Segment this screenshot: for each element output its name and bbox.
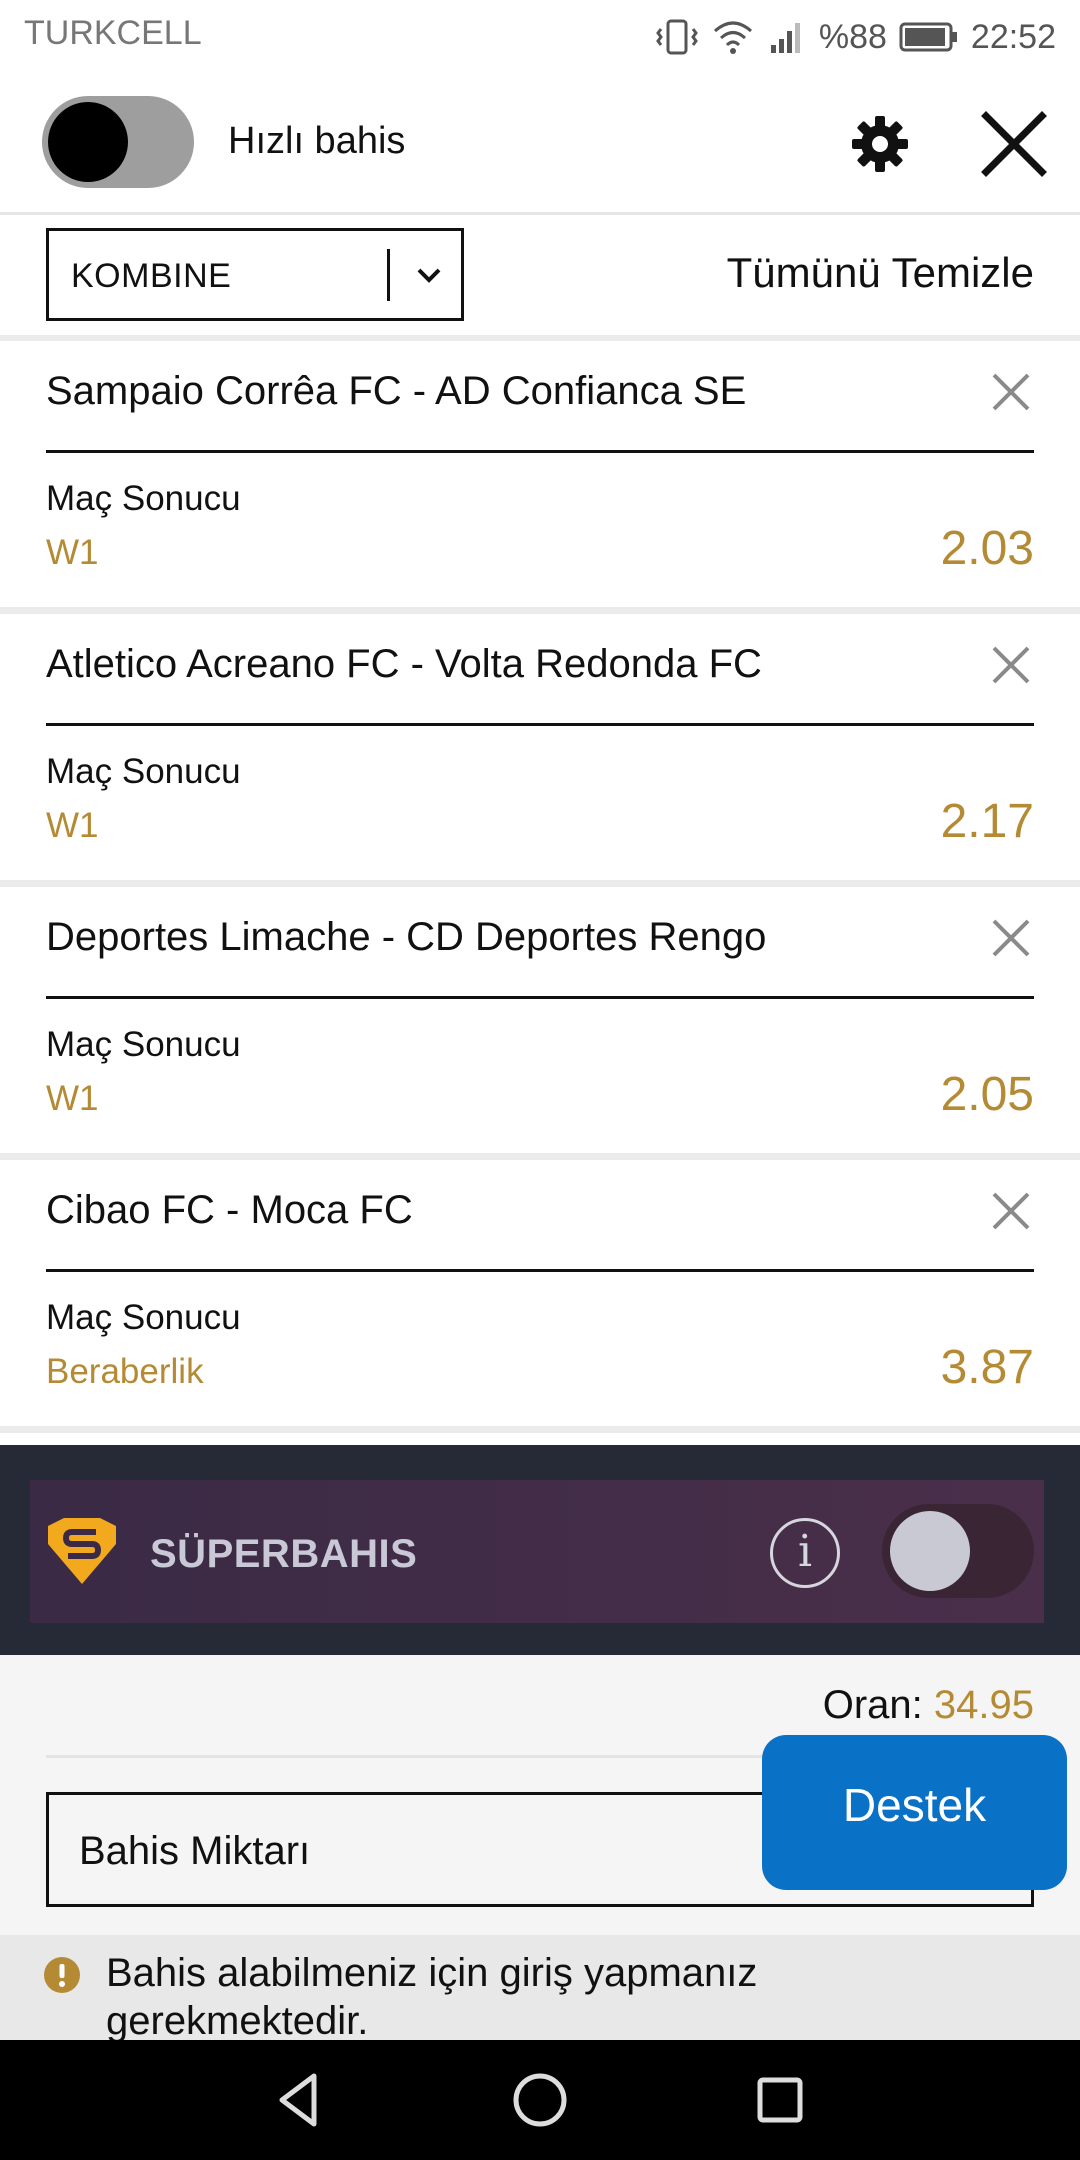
market-name: Maç Sonucu (46, 1025, 241, 1064)
odd-value: 2.03 (940, 522, 1034, 575)
selection: W1 (46, 806, 99, 845)
chevron-down-icon (417, 268, 441, 283)
betslip-toolbar: KOMBINE Tümünü Temizle (0, 215, 1080, 341)
status-icons: %88 22:52 (655, 12, 1056, 62)
info-icon[interactable]: i (770, 1518, 840, 1588)
selection: Beraberlik (46, 1352, 204, 1391)
quick-bet-toggle[interactable] (42, 96, 194, 188)
close-icon[interactable] (980, 110, 1048, 178)
divider (46, 450, 1034, 453)
superbahis-logo-icon (48, 1518, 116, 1584)
divider (46, 996, 1034, 999)
quick-bet-label: Hızlı bahis (228, 120, 406, 162)
odds-value: 34.95 (933, 1683, 1034, 1727)
back-icon[interactable] (268, 2068, 332, 2132)
remove-bet-icon[interactable] (990, 644, 1032, 686)
match-name: Sampaio Corrêa FC - AD Confianca SE (46, 369, 747, 413)
market-name: Maç Sonucu (46, 1298, 241, 1337)
status-bar: TURKCELL %88 22:52 (0, 0, 1080, 76)
notice-text: Bahis alabilmeniz için giriş yapmanız ge… (106, 1951, 758, 2040)
wifi-icon (713, 21, 752, 54)
system-navigation-bar (0, 2040, 1080, 2160)
selection: W1 (46, 533, 99, 572)
market-name: Maç Sonucu (46, 752, 241, 791)
match-name: Cibao FC - Moca FC (46, 1188, 413, 1232)
match-name: Atletico Acreano FC - Volta Redonda FC (46, 642, 762, 686)
select-divider (387, 249, 390, 301)
superbahis-title: SÜPERBAHIS (150, 1532, 418, 1576)
odds-label: Oran: (822, 1683, 923, 1727)
signal-icon (770, 23, 800, 53)
battery-icon (899, 22, 957, 52)
toggle-knob (890, 1511, 970, 1591)
match-name: Deportes Limache - CD Deportes Rengo (46, 915, 767, 959)
battery-percent: %88 (818, 17, 887, 56)
odd-value: 3.87 (940, 1341, 1034, 1394)
superbahis-section: SÜPERBAHIS i (0, 1445, 1080, 1655)
home-icon[interactable] (508, 2068, 572, 2132)
odd-value: 2.17 (940, 795, 1034, 848)
clear-all-button[interactable]: Tümünü Temizle (727, 249, 1034, 297)
bet-type-select[interactable]: KOMBINE (46, 228, 464, 321)
clock: 22:52 (970, 17, 1056, 56)
bet-card: Cibao FC - Moca FC Maç Sonucu Beraberlik… (0, 1160, 1080, 1433)
bet-amount-input[interactable] (77, 1825, 781, 1877)
warning-icon (44, 1957, 80, 1993)
superbahis-banner: SÜPERBAHIS i (30, 1480, 1044, 1623)
remove-bet-icon[interactable] (990, 917, 1032, 959)
toggle-knob (48, 102, 128, 182)
remove-bet-icon[interactable] (990, 371, 1032, 413)
bet-card: Sampaio Corrêa FC - AD Confianca SE Maç … (0, 341, 1080, 614)
carrier-name: TURKCELL (24, 14, 202, 52)
bet-card: Atletico Acreano FC - Volta Redonda FC M… (0, 614, 1080, 887)
bet-type-value: KOMBINE (71, 257, 232, 295)
support-button[interactable]: Destek (762, 1735, 1067, 1890)
betslip-header: Hızlı bahis (0, 76, 1080, 215)
selection: W1 (46, 1079, 99, 1118)
gear-icon[interactable] (850, 114, 910, 174)
vibrate-icon (655, 19, 698, 55)
market-name: Maç Sonucu (46, 479, 241, 518)
odd-value: 2.05 (940, 1068, 1034, 1121)
superbahis-toggle[interactable] (882, 1504, 1034, 1598)
recent-apps-icon[interactable] (748, 2068, 812, 2132)
login-notice: Bahis alabilmeniz için giriş yapmanız ge… (0, 1935, 1080, 2040)
divider (46, 1269, 1034, 1272)
divider (46, 723, 1034, 726)
remove-bet-icon[interactable] (990, 1190, 1032, 1232)
total-odds: Oran: 34.95 (823, 1683, 1034, 1728)
bet-card: Deportes Limache - CD Deportes Rengo Maç… (0, 887, 1080, 1160)
